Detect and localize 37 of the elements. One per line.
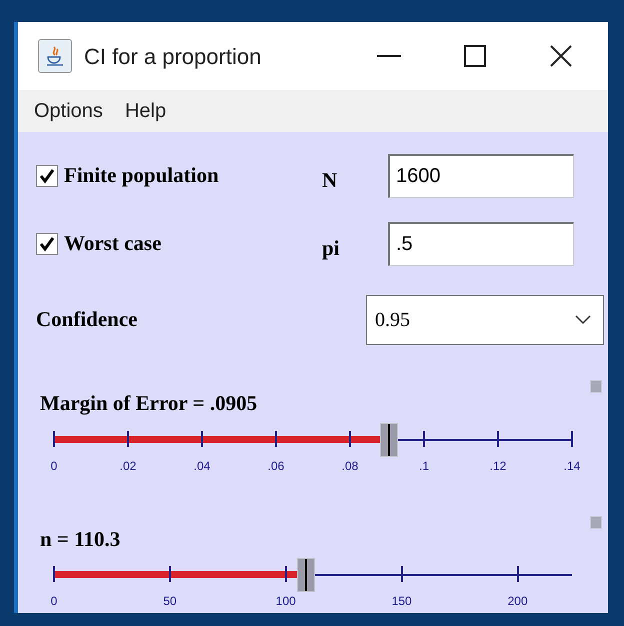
slider-thumb[interactable] [297, 558, 316, 592]
tick-label: 200 [508, 595, 528, 607]
tick-label: .02 [120, 460, 136, 472]
field-label: pi [322, 235, 341, 262]
java-cup-icon [38, 39, 72, 74]
confidence-label: Confidence [36, 306, 138, 334]
tick-label: 150 [392, 595, 412, 607]
tick-label: 50 [163, 595, 177, 607]
tick-label: .14 [564, 460, 580, 472]
checkbox[interactable] [36, 165, 58, 187]
checkbox-label: Finite population [64, 162, 220, 190]
window-title: CI for a proportion [84, 42, 262, 71]
close-icon [550, 45, 572, 68]
tick-label: 0 [50, 595, 58, 607]
input-field[interactable]: .5 [388, 222, 574, 266]
tick-label: .08 [342, 460, 358, 472]
tick-label: .06 [268, 460, 284, 472]
checkbox[interactable] [36, 233, 58, 255]
toggle-icon[interactable] [590, 516, 602, 528]
slider-label: Margin of Error = .0905 [40, 390, 258, 417]
chevron-down-icon [575, 315, 591, 325]
tick-label: .12 [490, 460, 506, 472]
menu-item[interactable]: Help [122, 96, 168, 126]
toggle-icon[interactable] [590, 380, 602, 393]
field-label: N [322, 167, 338, 194]
input-field[interactable]: 1600 [388, 154, 574, 198]
tick-label: .1 [419, 460, 429, 472]
tick-label: .04 [194, 460, 210, 472]
minimize-icon [377, 55, 401, 58]
slider-thumb[interactable] [380, 422, 398, 456]
tick-label: 100 [276, 595, 296, 607]
checkbox-label: Worst case [64, 230, 162, 258]
tick-label: 0 [50, 460, 58, 472]
slider-label: n = 110.3 [40, 526, 120, 552]
confidence-dropdown[interactable]: 0.95 [366, 295, 604, 345]
menu-item[interactable]: Options [32, 96, 105, 126]
maximize-icon [464, 45, 486, 68]
